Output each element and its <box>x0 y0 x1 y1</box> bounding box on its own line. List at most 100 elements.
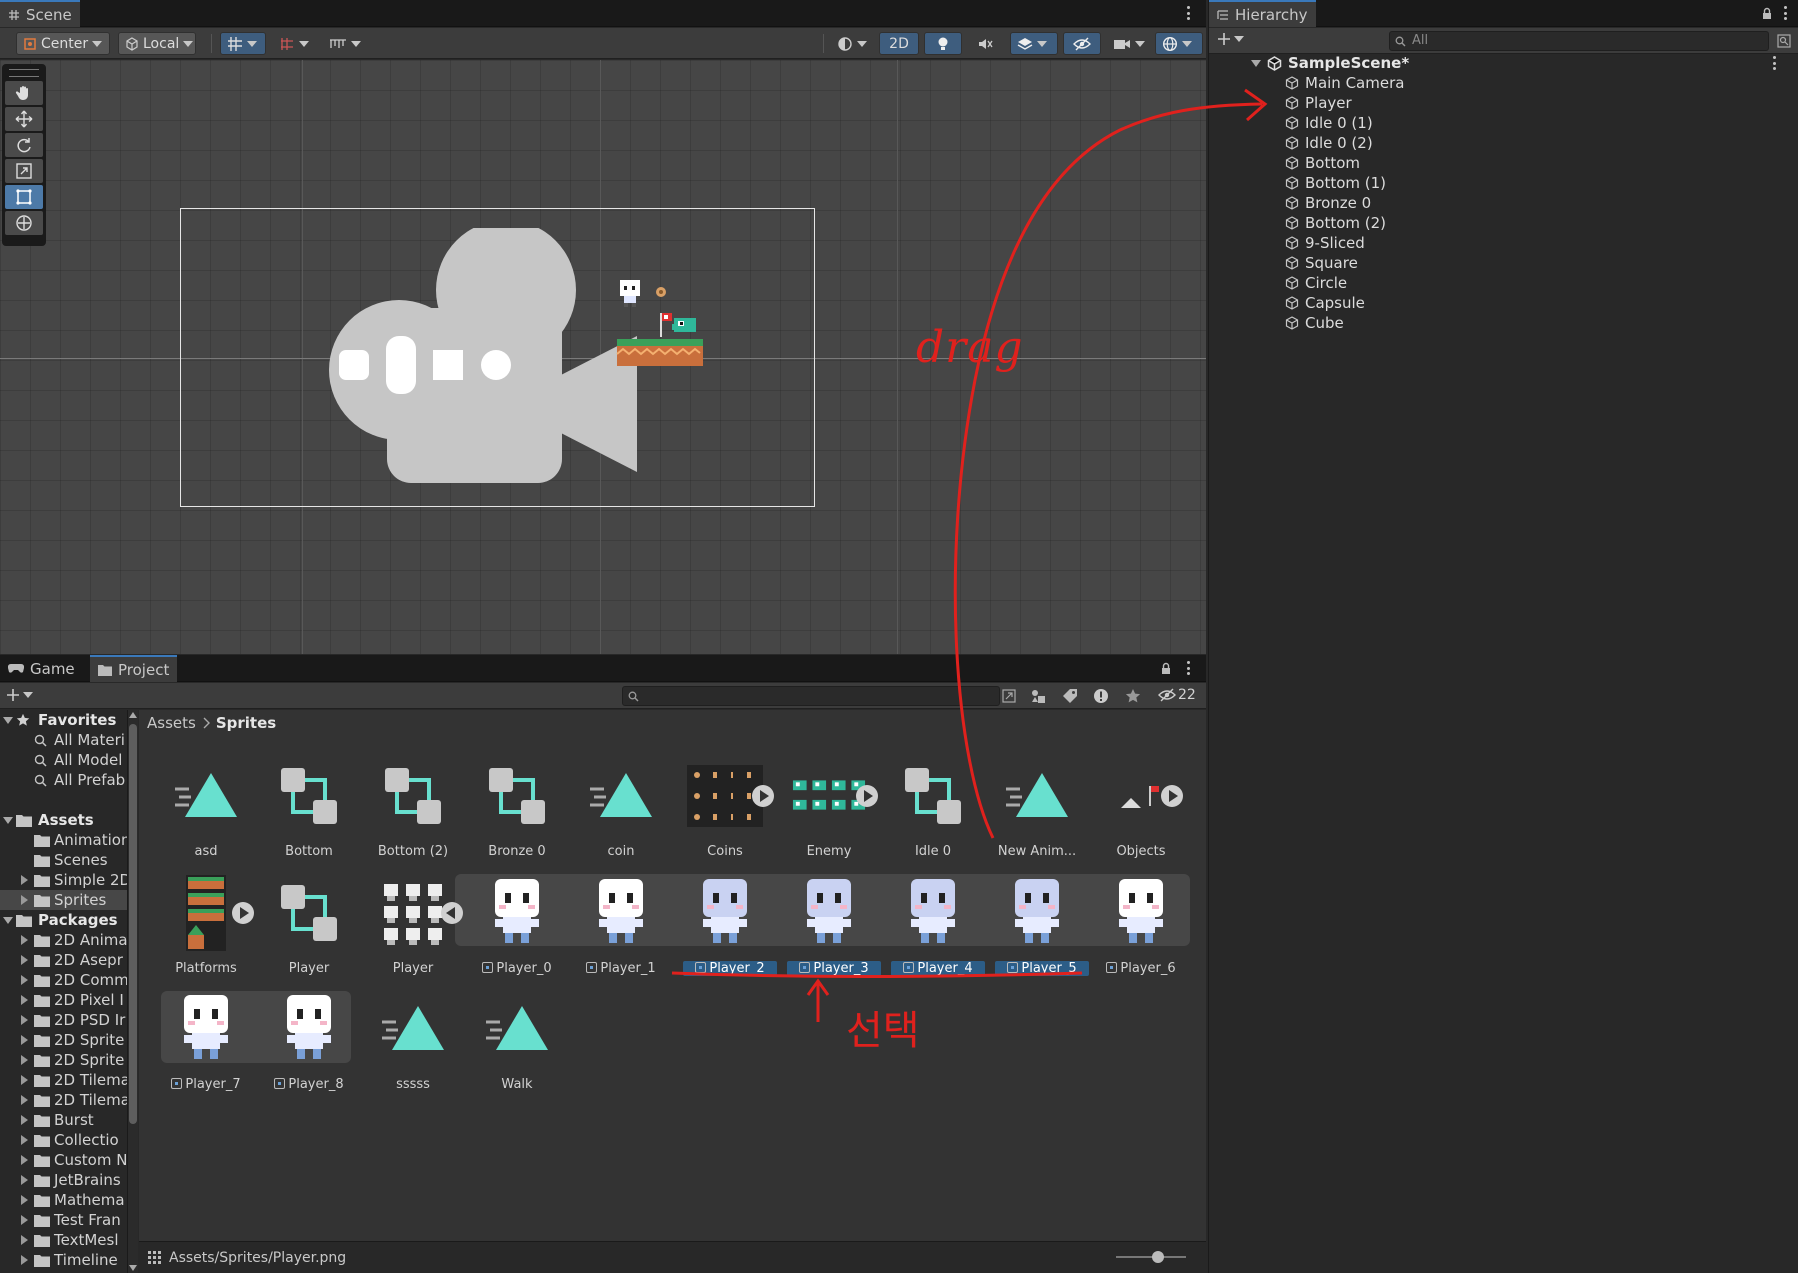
scene-root-row[interactable]: SampleScene* <box>1209 53 1798 73</box>
lock-icon[interactable] <box>1160 662 1172 675</box>
hierarchy-item[interactable]: Main Camera <box>1209 73 1798 93</box>
collapsed-triangle-icon[interactable] <box>21 1255 28 1265</box>
asset-item[interactable]: Player_5 <box>985 873 1089 985</box>
asset-item[interactable]: Player_7 <box>154 989 258 1101</box>
tree-scrollbar[interactable] <box>128 710 138 1273</box>
filter-by-label-icon[interactable] <box>1062 688 1078 704</box>
tree-scroll-thumb[interactable] <box>129 724 137 1124</box>
lighting-toggle[interactable] <box>924 32 962 55</box>
project-search-input[interactable] <box>622 686 1000 706</box>
tree-favorite-item[interactable]: All Materi <box>0 730 127 750</box>
rect-tool-icon[interactable] <box>5 185 43 209</box>
effects-dropdown[interactable] <box>1010 32 1058 55</box>
asset-item[interactable]: Player_3 <box>777 873 881 985</box>
asset-item[interactable]: Player <box>257 873 361 985</box>
collapsed-triangle-icon[interactable] <box>21 1195 28 1205</box>
hierarchy-search-input[interactable]: All <box>1389 31 1769 51</box>
expand-sprites-icon[interactable] <box>232 902 254 924</box>
hand-tool-icon[interactable] <box>5 81 43 105</box>
asset-item[interactable]: Coins <box>673 756 777 868</box>
increment-snap-toggle[interactable] <box>272 32 316 55</box>
asset-item[interactable]: Player_0 <box>465 873 569 985</box>
collapsed-triangle-icon[interactable] <box>21 1155 28 1165</box>
tree-package-folder[interactable]: 2D Tilema <box>0 1070 127 1090</box>
expand-triangle-icon[interactable] <box>1251 59 1261 67</box>
gizmos-dropdown[interactable] <box>1155 32 1203 55</box>
asset-item[interactable]: Idle 0 <box>881 756 985 868</box>
asset-item[interactable]: sssss <box>361 989 465 1101</box>
hierarchy-item[interactable]: Cube <box>1209 313 1798 333</box>
asset-item[interactable]: Player_2 <box>673 873 777 985</box>
collapsed-triangle-icon[interactable] <box>21 1235 28 1245</box>
hierarchy-item[interactable]: Bottom (2) <box>1209 213 1798 233</box>
collapsed-triangle-icon[interactable] <box>21 1035 28 1045</box>
collapsed-triangle-icon[interactable] <box>21 1075 28 1085</box>
asset-item[interactable]: Platforms <box>154 873 258 985</box>
warning-filter-icon[interactable] <box>1093 688 1109 704</box>
tree-folder[interactable]: Sprites <box>0 890 127 910</box>
tree-package-folder[interactable]: JetBrains <box>0 1170 127 1190</box>
hierarchy-item[interactable]: Bottom (1) <box>1209 173 1798 193</box>
tree-spacer[interactable] <box>0 790 127 810</box>
scale-tool-icon[interactable] <box>5 159 43 183</box>
scene-visibility-toggle[interactable] <box>1063 32 1101 55</box>
ruler-toggle[interactable] <box>322 32 366 55</box>
scene-menu-icon[interactable] <box>1185 6 1191 20</box>
tree-folder[interactable]: Animation <box>0 830 127 850</box>
collapsed-triangle-icon[interactable] <box>21 895 28 905</box>
tab-project[interactable]: Project <box>90 655 178 682</box>
hierarchy-item[interactable]: Circle <box>1209 273 1798 293</box>
expand-sprites-icon[interactable] <box>856 785 878 807</box>
create-asset-button[interactable] <box>6 688 33 702</box>
tree-package-folder[interactable]: 2D Sprite <box>0 1050 127 1070</box>
collapsed-triangle-icon[interactable] <box>21 1095 28 1105</box>
space-dropdown[interactable]: Local <box>118 32 196 55</box>
tree-package-folder[interactable]: TextMesl <box>0 1230 127 1250</box>
tree-favorite-item[interactable]: All Prefab <box>0 770 127 790</box>
scroll-down-icon[interactable] <box>129 1265 137 1271</box>
audio-toggle[interactable] <box>966 32 1004 55</box>
tree-package-folder[interactable]: Timeline <box>0 1250 127 1270</box>
breadcrumb-assets[interactable]: Assets <box>147 714 196 732</box>
collapsed-triangle-icon[interactable] <box>21 1175 28 1185</box>
asset-item[interactable]: asd <box>154 756 258 868</box>
asset-item[interactable]: Bottom (2) <box>361 756 465 868</box>
grid-snap-toggle[interactable] <box>220 32 266 55</box>
tree-package-folder[interactable]: Mathema <box>0 1190 127 1210</box>
collapsed-triangle-icon[interactable] <box>21 875 28 885</box>
tree-package-folder[interactable]: 2D Sprite <box>0 1030 127 1050</box>
hierarchy-item[interactable]: Idle 0 (2) <box>1209 133 1798 153</box>
asset-item[interactable]: Bottom <box>257 756 361 868</box>
collapsed-triangle-icon[interactable] <box>21 1055 28 1065</box>
asset-item[interactable]: Player <box>361 873 465 985</box>
pivot-dropdown[interactable]: Center <box>16 32 110 55</box>
collapsed-triangle-icon[interactable] <box>21 1015 28 1025</box>
asset-item[interactable]: Objects <box>1089 756 1193 868</box>
slider-knob[interactable] <box>1152 1251 1164 1263</box>
asset-item[interactable]: Player_1 <box>569 873 673 985</box>
tab-scene[interactable]: Scene <box>0 0 80 27</box>
tab-game[interactable]: Game <box>0 655 83 682</box>
hidden-packages-toggle[interactable]: 22 <box>1158 687 1196 703</box>
tab-hierarchy[interactable]: Hierarchy <box>1209 0 1316 27</box>
draw-mode-dropdown[interactable] <box>830 32 874 55</box>
transform-tool-icon[interactable] <box>5 211 43 235</box>
filter-by-type-icon[interactable] <box>1030 688 1046 704</box>
hierarchy-item[interactable]: Bottom <box>1209 153 1798 173</box>
expand-sprites-icon[interactable] <box>1161 785 1183 807</box>
expand-triangle-icon[interactable] <box>3 817 13 824</box>
tree-folder[interactable]: Simple 2D <box>0 870 127 890</box>
tree-assets[interactable]: Assets <box>0 810 127 830</box>
create-button[interactable] <box>1217 32 1244 46</box>
palette-grip-icon[interactable] <box>9 69 39 77</box>
collapsed-triangle-icon[interactable] <box>21 1215 28 1225</box>
asset-item[interactable]: New Anim... <box>985 756 1089 868</box>
collapse-sprites-icon[interactable] <box>441 902 463 924</box>
tree-package-folder[interactable]: Custom N <box>0 1150 127 1170</box>
hierarchy-item[interactable]: Bronze 0 <box>1209 193 1798 213</box>
collapsed-triangle-icon[interactable] <box>21 955 28 965</box>
tree-package-folder[interactable]: 2D Comm <box>0 970 127 990</box>
asset-item[interactable]: Bronze 0 <box>465 756 569 868</box>
tree-package-folder[interactable]: Burst <box>0 1110 127 1130</box>
expand-sprites-icon[interactable] <box>752 785 774 807</box>
